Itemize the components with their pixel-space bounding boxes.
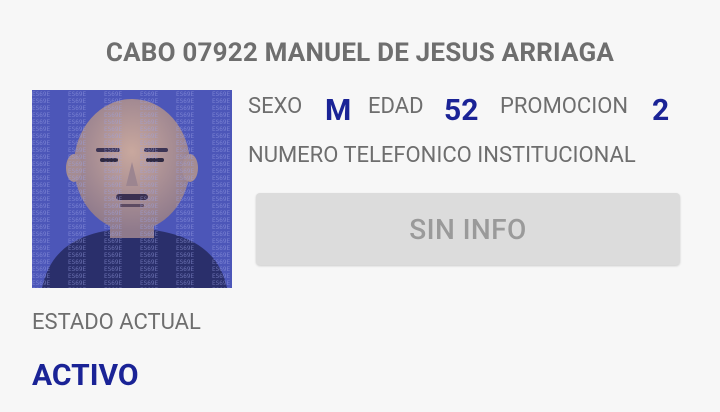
edad-label: EDAD <box>368 94 424 119</box>
sexo-value: M <box>325 93 352 128</box>
sexo-label: SEXO <box>248 94 303 119</box>
promocion-label: PROMOCION <box>500 94 629 119</box>
profile-photo: ES69E <box>32 90 232 288</box>
telefono-label: NUMERO TELEFONICO INSTITUCIONAL <box>248 143 636 168</box>
page-title: CABO 07922 MANUEL DE JESUS ARRIAGA <box>105 38 615 68</box>
estado-label: ESTADO ACTUAL <box>32 310 201 335</box>
telefono-sin-info-button[interactable]: SIN INFO <box>256 193 680 265</box>
estado-value: ACTIVO <box>32 358 139 393</box>
promocion-value: 2 <box>652 93 670 128</box>
edad-value: 52 <box>444 93 479 128</box>
